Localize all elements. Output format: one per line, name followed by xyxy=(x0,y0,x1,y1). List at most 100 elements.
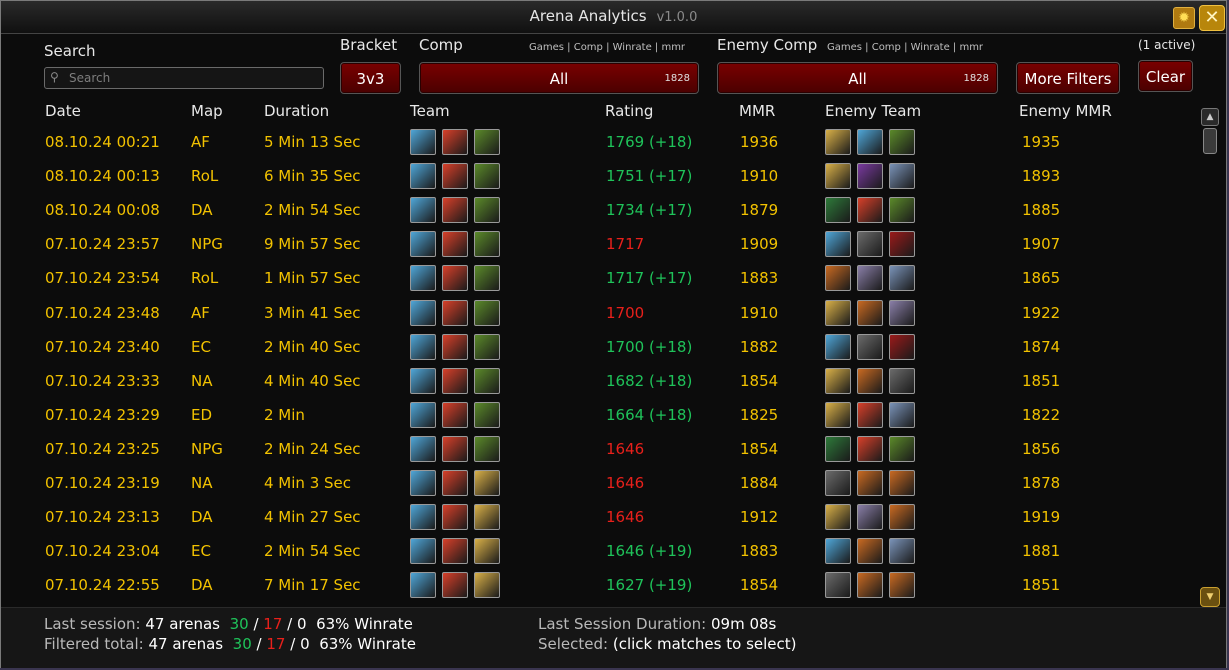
fire-mage-icon[interactable] xyxy=(442,333,468,360)
rogue-poison-icon[interactable] xyxy=(474,129,500,155)
rogue-poison-icon[interactable] xyxy=(474,401,500,428)
scroll-down-icon[interactable]: ▼ xyxy=(1200,587,1220,607)
close-icon[interactable]: ✕ xyxy=(1199,5,1225,31)
match-row[interactable]: 07.10.24 22:55 DA 7 Min 17 Sec 1627 (+19) 18… xyxy=(1,569,1196,603)
search-input[interactable] xyxy=(67,69,321,87)
priest-disc-icon[interactable] xyxy=(857,265,883,292)
hunter-icon[interactable] xyxy=(889,367,915,394)
shaman-resto-icon[interactable] xyxy=(889,470,915,496)
fire-mage-icon[interactable] xyxy=(442,435,468,462)
frost-mage-icon[interactable] xyxy=(825,231,851,258)
paladin-holy-icon[interactable] xyxy=(474,504,500,531)
hunter-icon[interactable] xyxy=(857,333,883,360)
fire-mage-icon[interactable] xyxy=(442,401,468,428)
shaman-resto-icon[interactable] xyxy=(857,572,883,599)
frost-mage-icon[interactable] xyxy=(410,504,436,531)
match-row[interactable]: 08.10.24 00:21 AF 5 Min 13 Sec 1769 (+18) 19… xyxy=(1,126,1196,160)
paladin-holy-icon[interactable] xyxy=(825,163,851,190)
scroll-up-icon[interactable]: ▲ xyxy=(1201,108,1219,126)
fire-mage-icon[interactable] xyxy=(442,470,468,496)
match-row[interactable]: 07.10.24 23:29 ED 2 Min 1664 (+18) 1825 1822 xyxy=(1,399,1196,433)
frost-mage-icon[interactable] xyxy=(410,299,436,326)
shaman-resto-icon[interactable] xyxy=(857,538,883,565)
hunter-icon[interactable] xyxy=(857,231,883,258)
match-row[interactable]: 07.10.24 23:33 NA 4 Min 40 Sec 1682 (+18) 18… xyxy=(1,365,1196,399)
druid-feral-icon[interactable] xyxy=(825,197,851,224)
column-header-duration[interactable]: Duration xyxy=(264,102,329,120)
frost-mage-icon[interactable] xyxy=(410,572,436,599)
column-header-team[interactable]: Team xyxy=(410,102,450,120)
paladin-holy-icon[interactable] xyxy=(825,504,851,531)
column-header-rating[interactable]: Rating xyxy=(605,102,653,120)
warrior-icon[interactable] xyxy=(889,265,915,292)
shaman-resto-icon[interactable] xyxy=(857,367,883,394)
frost-mage-icon[interactable] xyxy=(410,265,436,292)
rogue-poison-icon[interactable] xyxy=(889,197,915,224)
rogue-poison-icon[interactable] xyxy=(474,299,500,326)
match-row[interactable]: 07.10.24 23:25 NPG 2 Min 24 Sec 1646 1854 185… xyxy=(1,433,1196,467)
hunter-icon[interactable] xyxy=(825,470,851,496)
match-row[interactable]: 08.10.24 00:08 DA 2 Min 54 Sec 1734 (+17) 18… xyxy=(1,194,1196,228)
paladin-holy-icon[interactable] xyxy=(825,299,851,326)
rogue-poison-icon[interactable] xyxy=(474,163,500,190)
rogue-poison-icon[interactable] xyxy=(474,333,500,360)
warlock-icon[interactable] xyxy=(857,163,883,190)
column-header-map[interactable]: Map xyxy=(191,102,223,120)
fire-mage-icon[interactable] xyxy=(442,572,468,599)
frost-mage-icon[interactable] xyxy=(825,333,851,360)
frost-mage-icon[interactable] xyxy=(410,470,436,496)
match-row[interactable]: 08.10.24 00:13 RoL 6 Min 35 Sec 1751 (+17) 1… xyxy=(1,160,1196,194)
fire-mage-icon[interactable] xyxy=(857,197,883,224)
rogue-poison-icon[interactable] xyxy=(889,129,915,155)
shaman-resto-icon[interactable] xyxy=(889,504,915,531)
fire-mage-icon[interactable] xyxy=(442,504,468,531)
clear-button[interactable]: Clear xyxy=(1138,60,1193,92)
comp-dropdown[interactable]: All 1828 xyxy=(419,62,699,94)
match-row[interactable]: 07.10.24 23:40 EC 2 Min 40 Sec 1700 (+18) 18… xyxy=(1,331,1196,365)
frost-mage-icon[interactable] xyxy=(825,538,851,565)
priest-disc-icon[interactable] xyxy=(889,299,915,326)
match-row[interactable]: 07.10.24 23:54 RoL 1 Min 57 Sec 1717 (+17) 1… xyxy=(1,262,1196,296)
column-header-mmr[interactable]: MMR xyxy=(739,102,775,120)
frost-mage-icon[interactable] xyxy=(410,231,436,258)
settings-gear-icon[interactable]: ✹ xyxy=(1173,7,1195,29)
hunter-icon[interactable] xyxy=(825,572,851,599)
priest-disc-icon[interactable] xyxy=(857,504,883,531)
paladin-holy-icon[interactable] xyxy=(474,538,500,565)
fire-mage-icon[interactable] xyxy=(442,231,468,258)
druid-feral-icon[interactable] xyxy=(825,435,851,462)
fire-mage-icon[interactable] xyxy=(442,163,468,190)
paladin-holy-icon[interactable] xyxy=(474,470,500,496)
fire-mage-icon[interactable] xyxy=(442,265,468,292)
match-row[interactable]: 07.10.24 23:19 NA 4 Min 3 Sec 1646 1884 1878 xyxy=(1,467,1196,501)
search-box[interactable]: ⚲ xyxy=(44,67,324,89)
frost-mage-icon[interactable] xyxy=(410,163,436,190)
fire-mage-icon[interactable] xyxy=(442,367,468,394)
rogue-poison-icon[interactable] xyxy=(474,435,500,462)
fire-mage-icon[interactable] xyxy=(442,197,468,224)
dk-unholy-icon[interactable] xyxy=(889,333,915,360)
paladin-holy-icon[interactable] xyxy=(474,572,500,599)
rogue-poison-icon[interactable] xyxy=(474,265,500,292)
rogue-poison-icon[interactable] xyxy=(474,367,500,394)
warrior-icon[interactable] xyxy=(889,401,915,428)
match-list-scrollbar[interactable]: ▲ ▼ xyxy=(1199,108,1220,607)
match-row[interactable]: 07.10.24 23:48 AF 3 Min 41 Sec 1700 1910 1922 xyxy=(1,297,1196,331)
warrior-icon[interactable] xyxy=(889,538,915,565)
more-filters-button[interactable]: More Filters xyxy=(1016,62,1120,94)
title-bar[interactable]: Arena Analytics v1.0.0 ✹ ✕ xyxy=(1,1,1226,34)
paladin-holy-icon[interactable] xyxy=(825,129,851,155)
column-header-enemy-team[interactable]: Enemy Team xyxy=(825,102,921,120)
paladin-holy-icon[interactable] xyxy=(825,367,851,394)
fire-mage-icon[interactable] xyxy=(442,129,468,155)
fire-mage-icon[interactable] xyxy=(857,401,883,428)
rogue-poison-icon[interactable] xyxy=(474,197,500,224)
column-header-date[interactable]: Date xyxy=(45,102,81,120)
column-header-enemy-mmr[interactable]: Enemy MMR xyxy=(1019,102,1112,120)
match-row[interactable]: 07.10.24 23:04 EC 2 Min 54 Sec 1646 (+19) 18… xyxy=(1,535,1196,569)
shaman-resto-icon[interactable] xyxy=(857,470,883,496)
enemy-comp-dropdown[interactable]: All 1828 xyxy=(717,62,998,94)
scroll-thumb[interactable] xyxy=(1203,128,1217,154)
frost-mage-icon[interactable] xyxy=(410,435,436,462)
rogue-poison-icon[interactable] xyxy=(474,231,500,258)
